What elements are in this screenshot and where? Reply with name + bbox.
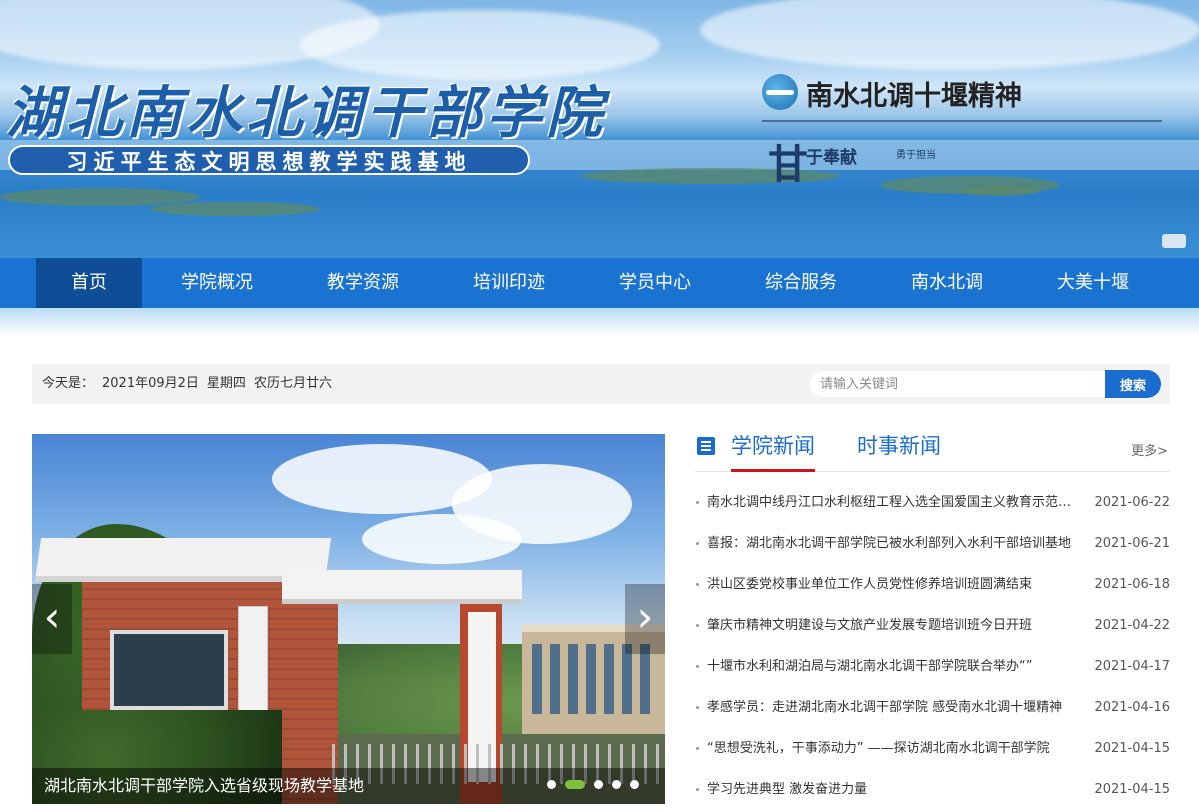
list-item[interactable]: 学习先进典型 激发奋进力量 2021-04-15: [695, 769, 1170, 810]
news-title[interactable]: 南水北调中线丹江口水利枢纽工程入选全国爱国主义教育示范基地: [707, 482, 1077, 523]
nav-item-students[interactable]: 学员中心: [602, 258, 708, 308]
lunar-date: 农历七月廿六: [253, 376, 332, 391]
news-title[interactable]: 洪山区委党校事业单位工作人员党性修养培训班圆满结束: [707, 564, 1077, 605]
motto-small-text: 勇于担当: [896, 150, 936, 161]
slide-caption[interactable]: 湖北南水北调干部学院入选省级现场教学基地: [44, 768, 364, 804]
news-header: 学院新闻 时事新闻 更多>: [695, 430, 1170, 472]
slider-dot[interactable]: [612, 780, 621, 789]
next-arrow-icon[interactable]: ›: [625, 584, 665, 654]
decorative-band: [0, 308, 1199, 336]
list-item[interactable]: 南水北调中线丹江口水利枢纽工程入选全国爱国主义教育示范基地 2021-06-22: [695, 482, 1170, 523]
news-slider[interactable]: ‹ › 湖北南水北调干部学院入选省级现场教学基地: [32, 434, 665, 804]
news-title[interactable]: 学习先进典型 激发奋进力量: [707, 769, 1077, 810]
news-date: 2021-04-15: [1094, 741, 1170, 756]
news-date: 2021-06-18: [1094, 577, 1170, 592]
nav-item-teaching[interactable]: 教学资源: [310, 258, 416, 308]
nav-item-shiyan[interactable]: 大美十堰: [1040, 258, 1146, 308]
info-bar: 今天是： 2021年09月2日星期四农历七月廿六 搜索: [32, 364, 1170, 404]
tab-college-news[interactable]: 学院新闻: [731, 430, 815, 472]
nav-item-home[interactable]: 首页: [36, 258, 142, 308]
site-logo-title[interactable]: 湖北南水北调干部学院: [6, 68, 606, 149]
today-label: 今天是：: [42, 376, 95, 391]
slider-dot-active[interactable]: [565, 780, 585, 789]
list-item[interactable]: 十堰市水利和湖泊局与湖北南水北调干部学院联合举办“” 2021-04-17: [695, 646, 1170, 687]
more-link[interactable]: 更多>: [1131, 440, 1168, 459]
list-item[interactable]: 洪山区委党校事业单位工作人员党性修养培训班圆满结束 2021-06-18: [695, 564, 1170, 605]
slogan-banner: 习近平生态文明思想教学实践基地: [8, 145, 530, 175]
search-button[interactable]: 搜索: [1105, 370, 1161, 398]
nav-item-services[interactable]: 综合服务: [748, 258, 854, 308]
date-line: 今天是： 2021年09月2日 星期四 农历七月廿六: [42, 364, 340, 404]
nav-item-about[interactable]: 学院概况: [164, 258, 270, 308]
news-title[interactable]: 肇庆市精神文明建设与文旅产业发展专题培训班今日开班: [707, 605, 1077, 646]
list-item[interactable]: 肇庆市精神文明建设与文旅产业发展专题培训班今日开班 2021-04-22: [695, 605, 1170, 646]
spirit-title: 南水北调十堰精神: [806, 81, 1022, 112]
news-date: 2021-04-22: [1094, 618, 1170, 633]
news-title[interactable]: 孝感学员：走进湖北南水北调干部学院 感受南水北调十堰精神: [707, 687, 1077, 728]
news-title[interactable]: 喜报：湖北南水北调干部学院已被水利部列入水利干部培训基地: [707, 523, 1077, 564]
slider-dot[interactable]: [594, 780, 603, 789]
news-date: 2021-06-21: [1094, 536, 1170, 551]
news-date: 2021-04-15: [1094, 782, 1170, 797]
spirit-block: 南水北调十堰精神: [762, 72, 1162, 122]
news-date: 2021-04-17: [1094, 659, 1170, 674]
prev-arrow-icon[interactable]: ‹: [32, 584, 72, 654]
news-list-icon: [697, 437, 715, 455]
current-date: 2021年09月2日: [102, 376, 199, 391]
news-list: 南水北调中线丹江口水利枢纽工程入选全国爱国主义教育示范基地 2021-06-22 …: [695, 482, 1170, 810]
slider-dot[interactable]: [630, 780, 639, 789]
list-item[interactable]: 孝感学员：走进湖北南水北调干部学院 感受南水北调十堰精神 2021-04-16: [695, 687, 1170, 728]
news-title[interactable]: “思想受洗礼，干事添动力” ——探访湖北南水北调干部学院: [707, 728, 1077, 769]
header-banner: 湖北南水北调干部学院 习近平生态文明思想教学实践基地 南水北调十堰精神 甘 于奉…: [0, 0, 1199, 258]
list-item[interactable]: “思想受洗礼，干事添动力” ——探访湖北南水北调干部学院 2021-04-15: [695, 728, 1170, 769]
news-date: 2021-06-22: [1094, 495, 1170, 510]
motto-text: 于奉献: [806, 148, 857, 168]
boat-image: [1162, 234, 1186, 248]
nav-item-water-project[interactable]: 南水北调: [894, 258, 1000, 308]
nav-item-training[interactable]: 培训印迹: [456, 258, 562, 308]
news-title[interactable]: 十堰市水利和湖泊局与湖北南水北调干部学院联合举办“”: [707, 646, 1077, 687]
motto-mark: 甘: [768, 141, 808, 188]
divider: [762, 120, 1162, 122]
weekday: 星期四: [206, 376, 246, 391]
list-item[interactable]: 喜报：湖北南水北调干部学院已被水利部列入水利干部培训基地 2021-06-21: [695, 523, 1170, 564]
main-nav: 首页 学院概况 教学资源 培训印迹 学员中心 综合服务 南水北调 大美十堰: [0, 258, 1199, 308]
news-panel: 学院新闻 时事新闻 更多> 南水北调中线丹江口水利枢纽工程入选全国爱国主义教育示…: [695, 430, 1170, 812]
water-drop-logo-icon: [762, 74, 798, 110]
search-input[interactable]: [810, 371, 1106, 397]
slider-dot[interactable]: [547, 780, 556, 789]
tab-current-news[interactable]: 时事新闻: [857, 430, 941, 472]
news-date: 2021-04-16: [1094, 700, 1170, 715]
